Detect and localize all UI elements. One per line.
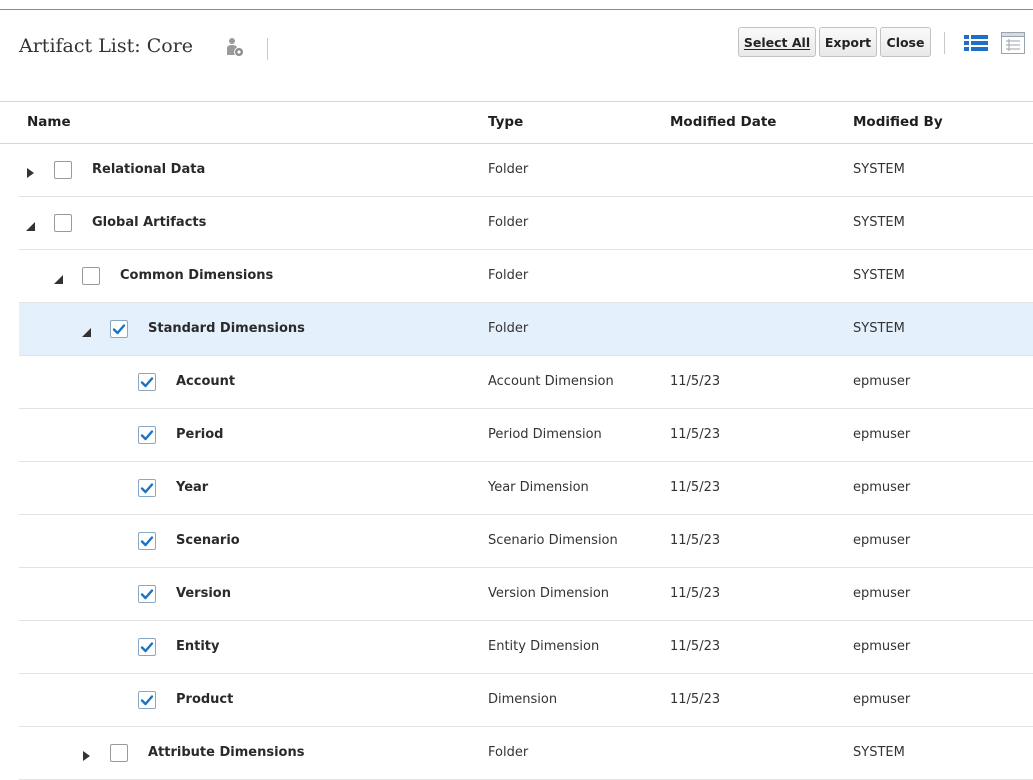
table-row[interactable]: Entity Entity Dimension 11/5/23 epmuser: [19, 621, 1033, 674]
user-group-icon: [227, 38, 244, 57]
row-modified-by: SYSTEM: [853, 321, 905, 336]
close-label: Close: [886, 34, 925, 50]
row-type: Entity Dimension: [488, 639, 600, 654]
row-type: Account Dimension: [488, 374, 614, 389]
row-name: Entity: [176, 639, 220, 654]
page-header: Artifact List: Core Select All Export Cl…: [0, 10, 1033, 80]
row-type: Scenario Dimension: [488, 533, 618, 548]
row-checkbox[interactable]: [138, 479, 156, 497]
table-row[interactable]: Account Account Dimension 11/5/23 epmuser: [19, 356, 1033, 409]
column-header-name[interactable]: Name: [27, 101, 71, 143]
row-modified-date: 11/5/23: [670, 374, 721, 389]
table-row[interactable]: Period Period Dimension 11/5/23 epmuser: [19, 409, 1033, 462]
collapse-triangle-icon[interactable]: [80, 323, 92, 337]
row-checkbox[interactable]: [138, 373, 156, 391]
table-row[interactable]: Standard Dimensions Folder SYSTEM: [19, 303, 1033, 356]
page-title: Artifact List: Core: [19, 35, 194, 57]
row-name: Period: [176, 427, 224, 442]
title-separator: [267, 38, 268, 60]
collapse-triangle-icon[interactable]: [52, 270, 64, 284]
collapse-triangle-icon[interactable]: [24, 217, 36, 231]
row-name: Standard Dimensions: [148, 321, 305, 336]
row-type: Folder: [488, 162, 529, 177]
row-name: Year: [176, 480, 209, 495]
row-modified-by: epmuser: [853, 480, 911, 495]
table-row[interactable]: Common Dimensions Folder SYSTEM: [19, 250, 1033, 303]
row-type: Folder: [488, 268, 529, 283]
row-modified-by: SYSTEM: [853, 162, 905, 177]
row-checkbox[interactable]: [110, 320, 128, 338]
table-row[interactable]: Product Dimension 11/5/23 epmuser: [19, 674, 1033, 727]
row-name: Product: [176, 692, 234, 707]
table-row[interactable]: Year Year Dimension 11/5/23 epmuser: [19, 462, 1033, 515]
list-view-icon[interactable]: [963, 33, 989, 53]
row-checkbox[interactable]: [138, 426, 156, 444]
expand-triangle-icon[interactable]: [24, 164, 36, 178]
row-name: Scenario: [176, 533, 240, 548]
row-name: Account: [176, 374, 236, 389]
row-name: Global Artifacts: [92, 215, 207, 230]
row-name: Relational Data: [92, 162, 206, 177]
row-type: Year Dimension: [488, 480, 589, 495]
column-header-modified-date[interactable]: Modified Date: [670, 101, 776, 143]
row-modified-by: epmuser: [853, 533, 911, 548]
row-checkbox[interactable]: [82, 267, 100, 285]
row-modified-date: 11/5/23: [670, 586, 721, 601]
export-label: Export: [824, 34, 872, 50]
row-checkbox[interactable]: [54, 161, 72, 179]
toolbar-separator: [944, 32, 945, 54]
row-checkbox[interactable]: [54, 214, 72, 232]
row-modified-by: SYSTEM: [853, 745, 905, 760]
table-row[interactable]: Attribute Dimensions Folder SYSTEM: [19, 727, 1033, 780]
row-type: Version Dimension: [488, 586, 610, 601]
export-button[interactable]: Export: [819, 27, 877, 57]
row-checkbox[interactable]: [110, 744, 128, 762]
row-checkbox[interactable]: [138, 638, 156, 656]
row-modified-by: epmuser: [853, 427, 911, 442]
column-header-modified-by[interactable]: Modified By: [853, 101, 943, 143]
row-checkbox[interactable]: [138, 691, 156, 709]
select-all-label: Select All: [743, 34, 811, 50]
row-modified-by: epmuser: [853, 374, 911, 389]
row-modified-by: epmuser: [853, 692, 911, 707]
row-type: Period Dimension: [488, 427, 602, 442]
row-modified-date: 11/5/23: [670, 533, 721, 548]
row-type: Dimension: [488, 692, 558, 707]
row-type: Folder: [488, 321, 529, 336]
row-name: Common Dimensions: [120, 268, 274, 283]
row-name: Version: [176, 586, 231, 601]
row-modified-date: 11/5/23: [670, 480, 721, 495]
close-button[interactable]: Close: [880, 27, 931, 57]
table-row[interactable]: Scenario Scenario Dimension 11/5/23 epmuser: [19, 515, 1033, 568]
row-modified-by: SYSTEM: [853, 215, 905, 230]
table-row[interactable]: Global Artifacts Folder SYSTEM: [19, 197, 1033, 250]
row-modified-by: SYSTEM: [853, 268, 905, 283]
row-modified-date: 11/5/23: [670, 427, 721, 442]
row-type: Folder: [488, 215, 529, 230]
expand-triangle-icon[interactable]: [80, 747, 92, 761]
table-view-icon[interactable]: [1000, 31, 1026, 55]
table-row[interactable]: Relational Data Folder SYSTEM: [19, 144, 1033, 197]
row-modified-by: epmuser: [853, 586, 911, 601]
row-modified-by: epmuser: [853, 639, 911, 654]
row-modified-date: 11/5/23: [670, 639, 721, 654]
table-row[interactable]: Version Version Dimension 11/5/23 epmuser: [19, 568, 1033, 621]
select-all-button[interactable]: Select All: [738, 27, 816, 57]
row-name: Attribute Dimensions: [148, 745, 305, 760]
column-header-type[interactable]: Type: [488, 101, 523, 143]
row-checkbox[interactable]: [138, 585, 156, 603]
row-type: Folder: [488, 745, 529, 760]
row-checkbox[interactable]: [138, 532, 156, 550]
row-modified-date: 11/5/23: [670, 692, 721, 707]
